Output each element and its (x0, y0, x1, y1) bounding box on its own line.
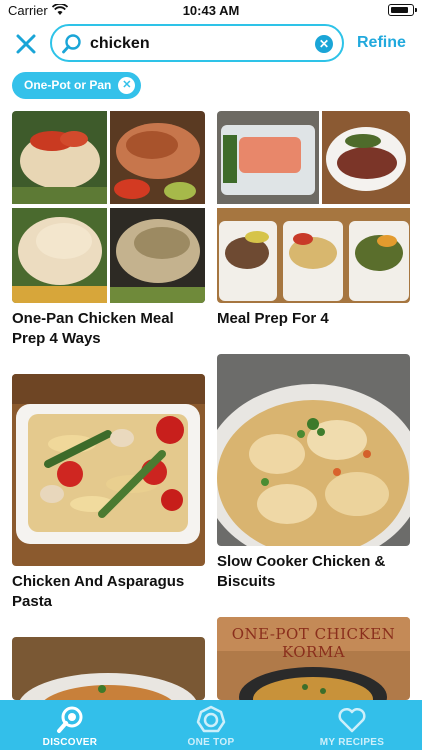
tab-one-top[interactable]: ONE TOP (141, 700, 281, 750)
tab-my-recipes[interactable]: MY RECIPES (282, 700, 422, 750)
recipe-card[interactable]: One-Pan Chicken Meal Prep 4 Ways (12, 111, 205, 351)
recipe-image (12, 111, 205, 303)
filter-chip[interactable]: One-Pot or Pan ✕ (12, 72, 142, 99)
recipe-title: Chicken And Asparagus Pasta (12, 573, 185, 610)
tab-discover[interactable]: DISCOVER (0, 700, 140, 750)
korma-banner-text: ONE-POT CHICKEN KORMA (231, 625, 396, 661)
battery-icon (388, 4, 417, 16)
tab-label: MY RECIPES (319, 737, 385, 748)
clear-search-icon[interactable]: ✕ (315, 35, 333, 53)
search-query: chicken (90, 35, 150, 52)
search-icon (62, 34, 81, 54)
tab-bar: DISCOVER ONE TOP MY RECIPES (0, 700, 422, 750)
recipe-card[interactable]: Chicken And Asparagus Pasta (12, 374, 205, 614)
tab-label: DISCOVER (42, 737, 98, 748)
recipe-title: One-Pan Chicken Meal Prep 4 Ways (12, 310, 174, 347)
recipe-image (12, 637, 205, 700)
search-bar: chicken ✕ Refine (0, 24, 422, 64)
recipe-card[interactable] (12, 637, 205, 700)
status-bar: Carrier 10:43 AM (0, 0, 422, 22)
recipe-image (217, 111, 410, 303)
one-top-icon (196, 705, 226, 733)
recipe-card[interactable]: ONE-POT CHICKEN KORMA (217, 617, 410, 700)
discover-icon (57, 706, 83, 733)
recipe-title: Meal Prep For 4 (217, 310, 329, 327)
search-input[interactable]: chicken ✕ (50, 24, 344, 62)
heart-icon (338, 707, 366, 733)
tab-label: ONE TOP (187, 737, 235, 748)
recipe-image (12, 374, 205, 566)
recipe-card[interactable]: Meal Prep For 4 (217, 111, 410, 331)
recipe-image (217, 354, 410, 546)
remove-filter-icon[interactable]: ✕ (118, 77, 136, 94)
filter-chip-label: One-Pot or Pan (24, 78, 112, 92)
recipe-card[interactable]: Slow Cooker Chicken & Biscuits (217, 354, 410, 594)
recipe-title: Slow Cooker Chicken & Biscuits (217, 553, 386, 590)
close-icon[interactable] (14, 32, 38, 56)
refine-button[interactable]: Refine (357, 34, 406, 52)
clock: 10:43 AM (182, 3, 240, 18)
